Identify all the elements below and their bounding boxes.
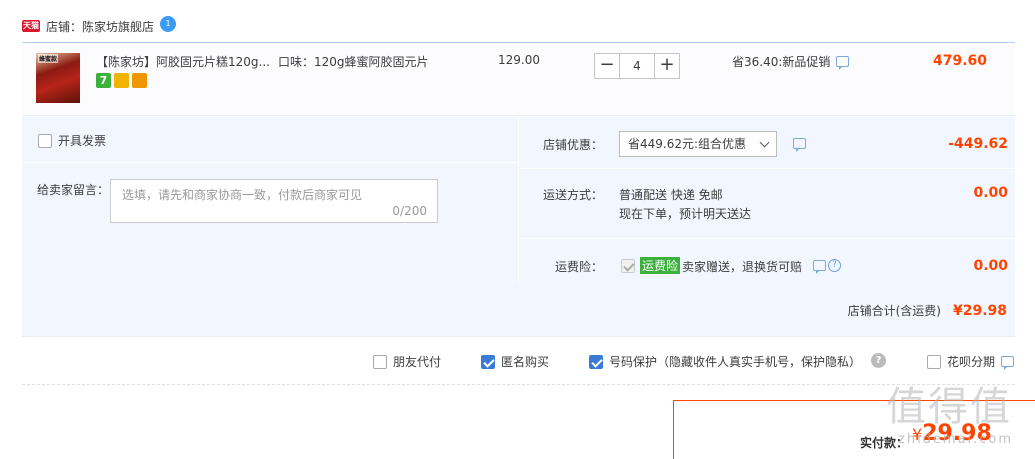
seller-message-placeholder: 选填，请先和商家协商一致，付款后商家可见: [122, 188, 363, 202]
invoice-label: 开具发票: [58, 134, 107, 148]
promotion-text: 省36.40:新品促销: [732, 55, 831, 69]
invoice-option[interactable]: 开具发票: [38, 132, 106, 149]
shop-name-link[interactable]: 店铺：陈家坊旗舰店: [46, 18, 154, 35]
anonymous-purchase-checkbox[interactable]: [481, 354, 495, 369]
shipping-row: 运送方式： 普通配送 快递 免邮 现在下单，预计明天送达 0.00: [519, 169, 1016, 239]
friend-pay-label: 朋友代付: [393, 355, 442, 369]
actual-payment-amount: 29.98: [922, 421, 992, 446]
freight-insurance-desc: 卖家赠送，退换货可赔: [682, 260, 803, 274]
shop-subtotal-value: ¥29.98: [952, 302, 1007, 319]
shop-discount-select[interactable]: 省449.62元:组合优惠: [619, 131, 777, 157]
shop-discount-row: 店铺优惠： 省449.62元:组合优惠 -449.62: [519, 117, 1016, 169]
seven-day-return-icon[interactable]: 7: [96, 73, 111, 88]
actual-payment-label: 实付款：: [860, 436, 909, 450]
chevron-down-icon: [759, 137, 770, 148]
freight-insurance-label: 运费险：: [555, 260, 604, 274]
checkout-options-row: 朋友代付 匿名购买 号码保护（隐藏收件人真实手机号，保护隐私） ? 花呗分期: [22, 337, 1015, 385]
shop-discount-label: 店铺优惠：: [543, 138, 604, 152]
insurance-comment-icon[interactable]: [813, 260, 826, 274]
invoice-checkbox[interactable]: [38, 133, 52, 148]
quantity-stepper: − 4 +: [594, 53, 680, 79]
friend-pay-checkbox[interactable]: [373, 354, 387, 369]
freight-insurance-row: 运费险： 运费险 卖家赠送，退换货可赔 ? 0.00: [519, 239, 1016, 285]
service-icons: 7: [96, 73, 147, 88]
order-detail-panel: 开具发票 给卖家留言： 选填，请先和商家协商一致，付款后商家可见 0/200 店…: [22, 117, 1016, 337]
number-protection-checkbox[interactable]: [589, 354, 603, 369]
product-thumbnail[interactable]: 蜂蜜款: [36, 53, 80, 103]
product-sku: 口味：120g蜂蜜阿胶固元片: [278, 55, 429, 69]
number-protection-label: 号码保护（隐藏收件人真实手机号，保护隐私）: [609, 355, 862, 369]
insurance-help-icon[interactable]: ?: [828, 259, 841, 272]
shipping-value: 0.00: [973, 185, 1008, 201]
actual-payment-value: ¥29.98: [912, 421, 992, 446]
order-options-right: 店铺优惠： 省449.62元:组合优惠 -449.62 运送方式： 普通配送 快…: [518, 117, 1016, 285]
shop-subtotal-label: 店铺合计(含运费): [847, 304, 941, 318]
comment-icon[interactable]: [836, 56, 850, 70]
decrease-quantity-button[interactable]: −: [594, 53, 620, 79]
shop-header: 天猫 店铺：陈家坊旗舰店 1: [22, 16, 177, 36]
huabei-installment-checkbox[interactable]: [927, 354, 941, 369]
increase-quantity-button[interactable]: +: [654, 53, 680, 79]
seller-message-input[interactable]: 选填，请先和商家协商一致，付款后商家可见 0/200: [110, 179, 438, 223]
invoice-row: 开具发票: [22, 117, 518, 163]
huabei-comment-icon[interactable]: [1001, 356, 1015, 370]
freight-insurance-tag: 运费险: [640, 257, 681, 274]
actual-payment-box: 实付款： ¥29.98: [673, 400, 1035, 459]
seller-message-counter: 0/200: [392, 204, 427, 218]
unit-price: 129.00: [498, 53, 540, 67]
thumbnail-label: 蜂蜜款: [38, 54, 59, 63]
shop-discount-selected: 省449.62元:组合优惠: [628, 137, 747, 151]
order-item-row: 蜂蜜款 【陈家坊】阿胶固元片糕120g... 7 口味：120g蜂蜜阿胶固元片 …: [22, 42, 1015, 116]
anonymous-purchase-label: 匿名购买: [501, 355, 550, 369]
number-protection-help-icon[interactable]: ?: [871, 353, 886, 368]
mobile-service-icon[interactable]: [114, 73, 129, 88]
shop-discount-value: -449.62: [948, 136, 1008, 152]
seller-message-label: 给卖家留言：: [37, 183, 110, 197]
shipping-label: 运送方式：: [543, 188, 604, 202]
friend-pay-option[interactable]: 朋友代付: [373, 353, 441, 370]
product-title-link[interactable]: 【陈家坊】阿胶固元片糕120g...: [96, 53, 272, 70]
quantity-input[interactable]: 4: [619, 53, 655, 79]
currency-symbol: ¥: [912, 425, 923, 444]
freight-insurance-value: 0.00: [973, 258, 1008, 274]
number-protection-option[interactable]: 号码保护（隐藏收件人真实手机号，保护隐私）: [589, 353, 861, 370]
huabei-installment-option[interactable]: 花呗分期: [927, 353, 1015, 370]
shop-subtotal: 店铺合计(含运费) ¥29.98: [848, 302, 1007, 319]
shipping-method: 普通配送 快递 免邮: [619, 188, 723, 202]
order-options-left: 开具发票 给卖家留言： 选填，请先和商家协商一致，付款后商家可见 0/200: [22, 117, 518, 285]
credit-card-icon[interactable]: [132, 73, 147, 88]
freight-insurance-checkbox: [621, 259, 635, 273]
tmall-badge-icon: 天猫: [22, 20, 40, 32]
item-total-price: 479.60: [932, 53, 987, 69]
promotion-info: 省36.40:新品促销: [732, 53, 850, 70]
huabei-installment-label: 花呗分期: [947, 355, 996, 369]
shipping-eta: 现在下单，预计明天送达: [619, 207, 752, 221]
wangwang-chat-icon[interactable]: 1: [160, 16, 177, 32]
discount-comment-icon[interactable]: [793, 138, 806, 152]
anonymous-purchase-option[interactable]: 匿名购买: [481, 353, 549, 370]
